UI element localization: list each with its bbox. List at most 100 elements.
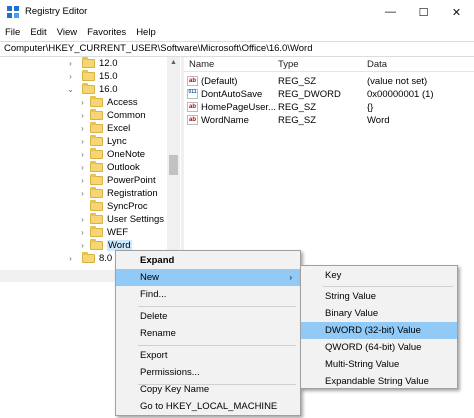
tree-item-label: Excel xyxy=(107,123,131,134)
registry-tree: › 12.0 › 15.0 ⌄ 16.0 › Access › Common ›… xyxy=(0,57,181,282)
submenu-item-string-value[interactable]: String Value xyxy=(301,288,457,305)
value-row[interactable]: ab HomePageUser... REG_SZ {} xyxy=(184,102,474,114)
menu-item-new[interactable]: New › xyxy=(116,269,300,286)
menu-item-label: Go to HKEY_LOCAL_MACHINE xyxy=(140,401,278,412)
string-value-icon: ab xyxy=(187,102,198,112)
menu-item-label: Binary Value xyxy=(325,308,379,319)
tree-vertical-scrollbar[interactable]: ▲ xyxy=(167,57,180,277)
tree-item-label: Lync xyxy=(107,136,127,147)
expand-chevron-icon[interactable]: › xyxy=(78,215,87,224)
close-button[interactable]: ✕ xyxy=(440,0,473,24)
folder-icon xyxy=(90,122,103,133)
maximize-icon: ☐ xyxy=(418,6,429,19)
submenu-item-expandable-string-value[interactable]: Expandable String Value xyxy=(301,373,457,390)
address-bar[interactable]: Computer\HKEY_CURRENT_USER\Software\Micr… xyxy=(0,41,474,57)
column-header-name[interactable]: Name xyxy=(189,59,214,70)
context-menu: Expand New › Find... Delete Rename Expor… xyxy=(115,250,301,416)
expand-chevron-icon[interactable]: › xyxy=(78,98,87,107)
tree-item-lync[interactable]: › Lync xyxy=(78,135,127,148)
tree-item-user-settings[interactable]: › User Settings xyxy=(78,213,164,226)
menu-item-export[interactable]: Export xyxy=(116,347,300,364)
menu-favorites[interactable]: Favorites xyxy=(87,27,126,38)
column-header-type[interactable]: Type xyxy=(278,59,299,70)
tree-item-label: WEF xyxy=(107,227,129,238)
tree-item-wef[interactable]: › WEF xyxy=(78,226,128,239)
expand-chevron-icon[interactable]: › xyxy=(78,189,87,198)
menu-item-copy-key-name[interactable]: Copy Key Name xyxy=(116,381,300,398)
tree-item-access[interactable]: › Access xyxy=(78,96,138,109)
value-row[interactable]: ab (Default) REG_SZ (value not set) xyxy=(184,76,474,88)
column-header-data[interactable]: Data xyxy=(367,59,387,70)
menu-item-label: Permissions... xyxy=(140,367,200,378)
submenu-item-key[interactable]: Key xyxy=(301,267,457,284)
expand-chevron-icon[interactable]: › xyxy=(78,241,87,250)
expand-chevron-icon[interactable]: › xyxy=(66,254,75,263)
menu-bar: File Edit View Favorites Help xyxy=(0,24,166,41)
list-header: Name Type Data xyxy=(184,57,474,72)
menu-item-goto-hklm[interactable]: Go to HKEY_LOCAL_MACHINE xyxy=(116,398,300,415)
submenu-item-qword-value[interactable]: QWORD (64-bit) Value xyxy=(301,339,457,356)
submenu-item-multi-string-value[interactable]: Multi-String Value xyxy=(301,356,457,373)
values-list: Name Type Data ab (Default) REG_SZ (valu… xyxy=(184,57,474,282)
value-row[interactable]: ab WordName REG_SZ Word xyxy=(184,115,474,127)
tree-item-16-0[interactable]: ⌄ 16.0 xyxy=(66,83,118,96)
menu-file[interactable]: File xyxy=(5,27,20,38)
submenu-item-dword-value[interactable]: DWORD (32-bit) Value xyxy=(301,322,457,339)
tree-item-8-0[interactable]: › 8.0 xyxy=(66,252,112,265)
expand-chevron-icon[interactable]: › xyxy=(78,111,87,120)
menu-item-label: DWORD (32-bit) Value xyxy=(325,325,421,336)
tree-item-common[interactable]: › Common xyxy=(78,109,146,122)
tree-item-label: 8.0 xyxy=(99,253,113,264)
menu-item-expand[interactable]: Expand xyxy=(116,252,300,269)
tree-item-label: 16.0 xyxy=(99,84,118,95)
folder-icon xyxy=(90,135,103,146)
menu-edit[interactable]: Edit xyxy=(30,27,46,38)
menu-item-label: Export xyxy=(140,350,168,361)
menu-view[interactable]: View xyxy=(57,27,77,38)
submenu-item-binary-value[interactable]: Binary Value xyxy=(301,305,457,322)
folder-icon xyxy=(90,200,103,211)
menu-item-label: Find... xyxy=(140,289,167,300)
tree-item-12-0[interactable]: › 12.0 xyxy=(66,57,118,70)
tree-item-registration[interactable]: › Registration xyxy=(78,187,158,200)
tree-item-onenote[interactable]: › OneNote xyxy=(78,148,145,161)
tree-item-15-0[interactable]: › 15.0 xyxy=(66,70,118,83)
maximize-button[interactable]: ☐ xyxy=(407,0,440,24)
menu-item-find[interactable]: Find... xyxy=(116,286,300,303)
folder-icon xyxy=(90,96,103,107)
menu-help[interactable]: Help xyxy=(136,27,156,38)
expand-chevron-icon[interactable]: › xyxy=(78,163,87,172)
value-row[interactable]: 011 DontAutoSave REG_DWORD 0x00000001 (1… xyxy=(184,89,474,101)
collapse-chevron-icon[interactable]: ⌄ xyxy=(66,85,75,94)
tree-item-label: SyncProc xyxy=(107,201,148,212)
expand-chevron-icon[interactable]: › xyxy=(78,137,87,146)
expand-chevron-icon[interactable]: › xyxy=(66,59,75,68)
menu-item-label: Multi-String Value xyxy=(325,359,400,370)
folder-icon xyxy=(90,174,103,185)
menu-item-permissions[interactable]: Permissions... xyxy=(116,364,300,381)
expand-chevron-icon[interactable]: › xyxy=(66,72,75,81)
value-name: WordName xyxy=(201,115,249,126)
folder-icon xyxy=(90,239,103,250)
value-name: DontAutoSave xyxy=(201,89,263,100)
minimize-button[interactable]: — xyxy=(374,0,407,24)
expand-chevron-icon[interactable]: › xyxy=(78,228,87,237)
expand-chevron-icon[interactable]: › xyxy=(78,150,87,159)
folder-icon xyxy=(90,226,103,237)
tree-item-label: Common xyxy=(107,110,146,121)
scroll-thumb[interactable] xyxy=(169,155,178,175)
tree-item-excel[interactable]: › Excel xyxy=(78,122,130,135)
expand-chevron-icon[interactable]: › xyxy=(78,176,87,185)
menu-item-rename[interactable]: Rename xyxy=(116,325,300,342)
tree-item-powerpoint[interactable]: › PowerPoint xyxy=(78,174,156,187)
folder-icon xyxy=(90,187,103,198)
menu-item-delete[interactable]: Delete xyxy=(116,308,300,325)
tree-item-label: 15.0 xyxy=(99,71,118,82)
expand-chevron-icon[interactable]: › xyxy=(78,124,87,133)
tree-item-outlook[interactable]: › Outlook xyxy=(78,161,140,174)
scroll-up-icon[interactable]: ▲ xyxy=(167,57,180,69)
value-type: REG_SZ xyxy=(278,115,317,126)
tree-item-syncproc[interactable]: SyncProc xyxy=(78,200,148,213)
menu-separator xyxy=(323,286,453,287)
tree-item-label: PowerPoint xyxy=(107,175,156,186)
